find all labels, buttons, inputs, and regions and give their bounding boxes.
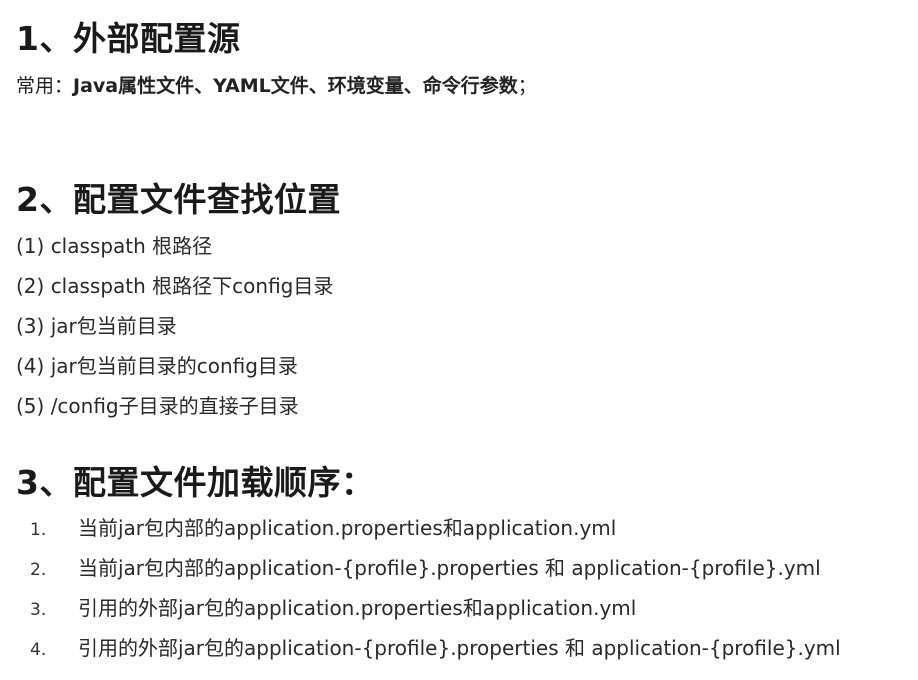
list-item-number: 1. [30, 520, 47, 540]
usage-prefix: 常用： [16, 75, 74, 97]
list-item: 1. 当前jar包内部的application.properties和applic… [30, 512, 841, 552]
list-item: (5) /config子目录的直接子目录 [16, 394, 299, 418]
config-load-order-list: 1. 当前jar包内部的application.properties和applic… [30, 512, 841, 672]
list-item: 4. 引用的外部jar包的application-{profile}.proper… [30, 632, 841, 672]
usage-suffix: ； [517, 75, 537, 97]
list-item-number: 4. [30, 640, 47, 660]
list-item-text: 引用的外部jar包的application.properties和applica… [78, 596, 637, 620]
list-item: 2. 当前jar包内部的application-{profile}.propert… [30, 552, 841, 592]
list-item: 3. 引用的外部jar包的application.properties和appli… [30, 592, 841, 632]
list-item-text: 引用的外部jar包的application-{profile}.properti… [78, 636, 841, 660]
usage-items: Java属性文件、YAML文件、环境变量、命令行参数 [73, 75, 518, 97]
list-item-text: 当前jar包内部的application.properties和applicat… [78, 516, 617, 540]
list-item-text: 当前jar包内部的application-{profile}.propertie… [78, 556, 821, 580]
list-item: (4) jar包当前目录的config目录 [16, 354, 298, 378]
list-item: (2) classpath 根路径下config目录 [16, 274, 334, 298]
section-heading-config-load-order: 3、配置文件加载顺序： [16, 463, 375, 502]
common-usage-line: 常用：Java属性文件、YAML文件、环境变量、命令行参数； [16, 71, 537, 98]
list-item: (1) classpath 根路径 [16, 234, 213, 258]
section-heading-external-config-sources: 1、外部配置源 [16, 19, 241, 58]
section-heading-config-file-locations: 2、配置文件查找位置 [16, 180, 341, 219]
config-location-list: (1) classpath 根路径 (2) classpath 根路径下conf… [16, 231, 333, 431]
document: 1、外部配置源 常用：Java属性文件、YAML文件、环境变量、命令行参数； 2… [0, 0, 918, 680]
list-item-number: 3. [30, 600, 47, 620]
list-item: (3) jar包当前目录 [16, 314, 177, 338]
list-item-number: 2. [30, 560, 47, 580]
